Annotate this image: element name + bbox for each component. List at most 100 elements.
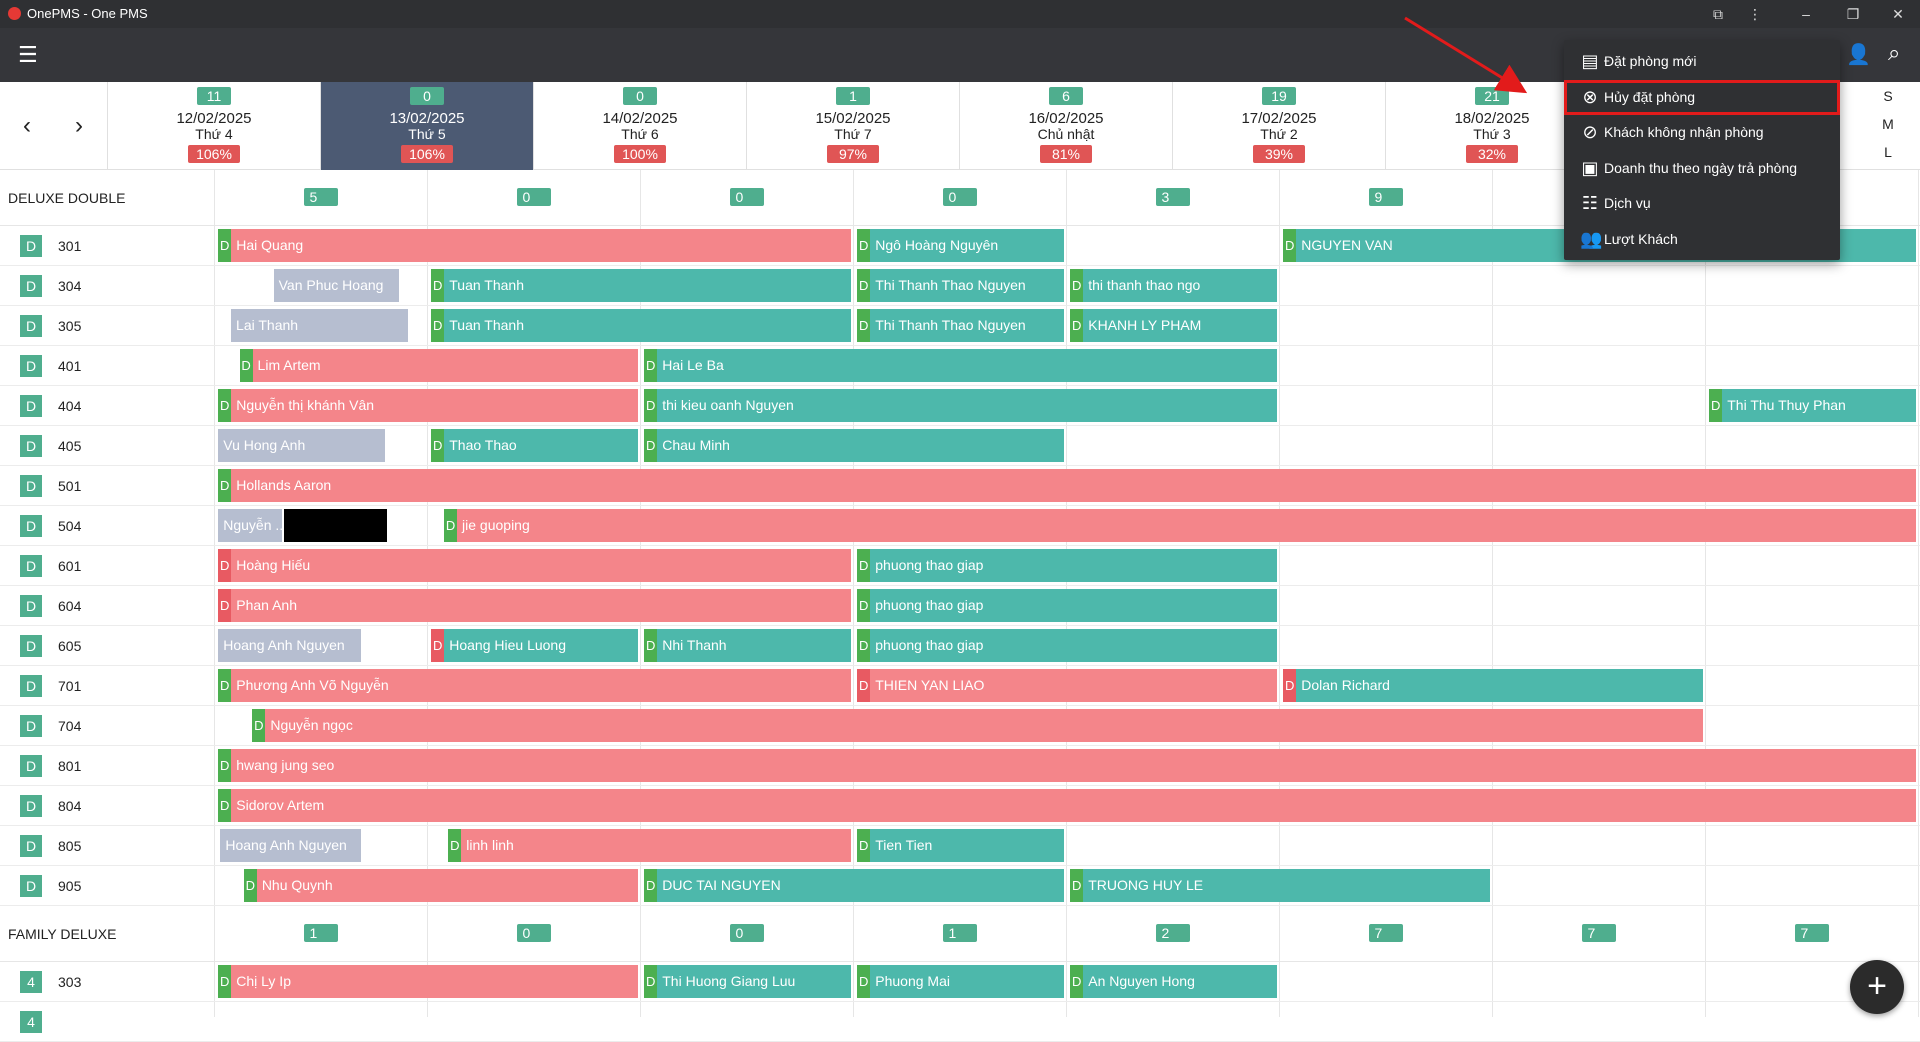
room-type-badge: D <box>20 235 42 257</box>
booking-status-tag: D <box>857 669 871 702</box>
booking-bar[interactable]: D Thi Thu Thuy Phan <box>1709 389 1916 422</box>
guest-name: thi thanh thao ngo <box>1088 277 1201 293</box>
booking-bar[interactable]: D Thi Huong Giang Luu <box>644 965 851 998</box>
booking-bar[interactable]: Dphuong thao giap <box>857 589 1277 622</box>
booking-status-tag: D <box>239 349 253 382</box>
booking-bar[interactable]: D Tuan Thanh <box>431 309 851 342</box>
guest-name: TRUONG HUY LE <box>1088 877 1204 893</box>
maximize-button[interactable]: ❐ <box>1833 0 1873 28</box>
booking-bar[interactable]: Dphuong thao giap <box>857 629 1277 662</box>
booking-bar[interactable]: Van Phuc Hoang <box>273 269 400 302</box>
booking-bar[interactable]: D Hoang Hieu Luong <box>431 629 638 662</box>
booking-bar[interactable]: D KHANH LY PHAM <box>1070 309 1277 342</box>
more-vertical-icon[interactable]: ⋮ <box>1735 0 1775 28</box>
guest-name: phuong thao giap <box>875 597 984 613</box>
date-column-5[interactable]: 19 17/02/2025 Thứ 2 39% <box>1172 82 1385 170</box>
booking-bar[interactable]: Dphuong thao giap <box>857 549 1277 582</box>
menu-item-5[interactable]: 👥 Lượt Khách <box>1564 222 1840 257</box>
booking-bar[interactable]: Dthi kieu oanh Nguyen <box>644 389 1277 422</box>
app-logo-icon <box>8 7 21 20</box>
booking-bar[interactable]: Dthi thanh thao ngo <box>1070 269 1277 302</box>
guest-name: An Nguyen Hong <box>1088 973 1195 989</box>
booking-bar[interactable]: D Lim Artem <box>239 349 638 382</box>
booking-bar[interactable]: D Nguyễn ngọc <box>252 709 1703 742</box>
close-button[interactable]: ✕ <box>1878 0 1918 28</box>
date-column-3[interactable]: 1 15/02/2025 Thứ 7 97% <box>746 82 959 170</box>
menu-item-1[interactable]: ⊗ Hủy đặt phòng <box>1564 79 1840 115</box>
booking-status-tag: D <box>857 589 871 622</box>
booking-bar[interactable]: D Hai Le Ba <box>644 349 1277 382</box>
booking-bar[interactable]: D An Nguyen Hong <box>1070 965 1277 998</box>
booking-bar[interactable]: Djie guoping <box>444 509 1916 542</box>
menu-item-4[interactable]: ☷ Dịch vụ <box>1564 186 1840 221</box>
booking-status-tag: D <box>252 709 266 742</box>
availability-count-badge: 0 <box>942 188 977 206</box>
room-type-badge: D <box>20 635 42 657</box>
booking-bar[interactable]: D Thi Thanh Thao Nguyen <box>857 309 1064 342</box>
menu-item-3[interactable]: ▣ Doanh thu theo ngày trả phòng <box>1564 151 1840 186</box>
size-large-toggle[interactable]: L <box>1878 144 1898 160</box>
booking-bar[interactable]: D Phuong Mai <box>857 965 1064 998</box>
booking-bar[interactable]: D Hoàng Hiếu <box>218 549 851 582</box>
prev-arrow-icon[interactable]: ‹ <box>12 112 42 140</box>
minimize-button[interactable]: – <box>1786 0 1826 28</box>
booking-bar[interactable]: D Thi Thanh Thao Nguyen <box>857 269 1064 302</box>
date-column-2[interactable]: 0 14/02/2025 Thứ 6 100% <box>533 82 746 170</box>
guest-name: hwang jung seo <box>236 757 335 773</box>
booking-status-tag: D <box>857 829 871 862</box>
booking-bar[interactable]: Hoang Anh Nguyen <box>218 629 362 662</box>
booking-status-tag: D <box>644 349 658 382</box>
booking-bar[interactable]: D Chau Minh <box>644 429 1064 462</box>
room-number: 601 <box>58 558 82 574</box>
booking-bar[interactable]: D Chị Ly Ip <box>218 965 638 998</box>
booking-bar[interactable]: Hoang Anh Nguyen <box>220 829 362 862</box>
booking-bar[interactable]: D Tuan Thanh <box>431 269 851 302</box>
window-title: OnePMS - One PMS <box>27 6 148 21</box>
booking-bar[interactable]: D Hai Quang <box>218 229 851 262</box>
booking-bar[interactable]: D Tien Tien <box>857 829 1064 862</box>
room-type-badge: D <box>20 715 42 737</box>
booking-bar[interactable]: Dlinh linh <box>448 829 851 862</box>
booking-status-tag: D <box>857 269 871 302</box>
room-number: 401 <box>58 358 82 374</box>
booking-bar[interactable]: D DUC TAI NGUYEN <box>644 869 1064 902</box>
booking-bar[interactable]: D Sidorov Artem <box>218 789 1916 822</box>
booking-bar[interactable]: D Hollands Aaron <box>218 469 1916 502</box>
booking-bar[interactable]: D Nhu Quynh <box>243 869 638 902</box>
booking-bar[interactable]: D TRUONG HUY LE <box>1070 869 1490 902</box>
booking-status-tag: D <box>218 549 232 582</box>
next-arrow-icon[interactable]: › <box>64 112 94 140</box>
guest-name: Lai Thanh <box>236 317 299 333</box>
guest-name: linh linh <box>466 837 514 853</box>
add-fab-button[interactable]: + <box>1850 960 1904 1014</box>
menu-item-label: Lượt Khách <box>1604 230 1678 247</box>
booking-bar[interactable]: D THIEN YAN LIAO <box>857 669 1277 702</box>
booking-bar[interactable]: D Nguyễn thị khánh Vân <box>218 389 638 422</box>
extension-icon[interactable]: ⧉ <box>1698 0 1738 28</box>
menu-item-2[interactable]: ⊘ Khách không nhận phòng <box>1564 115 1840 150</box>
booking-bar[interactable]: D Nhi Thanh <box>644 629 851 662</box>
size-medium-toggle[interactable]: M <box>1878 116 1898 132</box>
booking-bar[interactable]: D Phương Anh Võ Nguyễn <box>218 669 851 702</box>
booking-bar[interactable]: Nguyễn ... <box>218 509 283 542</box>
date-column-1[interactable]: 0 13/02/2025 Thứ 5 106% <box>320 82 533 170</box>
search-icon[interactable]: ⌕ <box>1888 42 1900 64</box>
person-add-icon[interactable]: 👤 <box>1846 44 1871 66</box>
date-column-4[interactable]: 6 16/02/2025 Chủ nhật 81% <box>959 82 1172 170</box>
booking-bar[interactable]: D Thao Thao <box>431 429 638 462</box>
size-small-toggle[interactable]: S <box>1878 88 1898 104</box>
booking-bar[interactable]: Dhwang jung seo <box>218 749 1916 782</box>
menu-item-0[interactable]: ▤ Đặt phòng mới <box>1564 44 1840 79</box>
booking-bar[interactable]: D Phan Anh <box>218 589 851 622</box>
booking-bar[interactable]: D Dolan Richard <box>1283 669 1703 702</box>
booking-bar[interactable]: Lai Thanh <box>231 309 408 342</box>
room-row: D 805 Hoang Anh Nguyen Dlinh linh D Tien Tien <box>0 826 1920 866</box>
guest-name: Nguyễn ngọc <box>270 717 353 733</box>
booking-bar[interactable]: D Ngô Hoàng Nguyên <box>857 229 1064 262</box>
booking-status-tag: D <box>1070 965 1084 998</box>
booking-status-tag: D <box>431 629 445 662</box>
booking-bar[interactable]: Vu Hong Anh <box>218 429 385 462</box>
menu-icon[interactable]: ☰ <box>18 44 38 66</box>
guest-name: Vu Hong Anh <box>223 437 306 453</box>
date-column-0[interactable]: 11 12/02/2025 Thứ 4 106% <box>107 82 320 170</box>
